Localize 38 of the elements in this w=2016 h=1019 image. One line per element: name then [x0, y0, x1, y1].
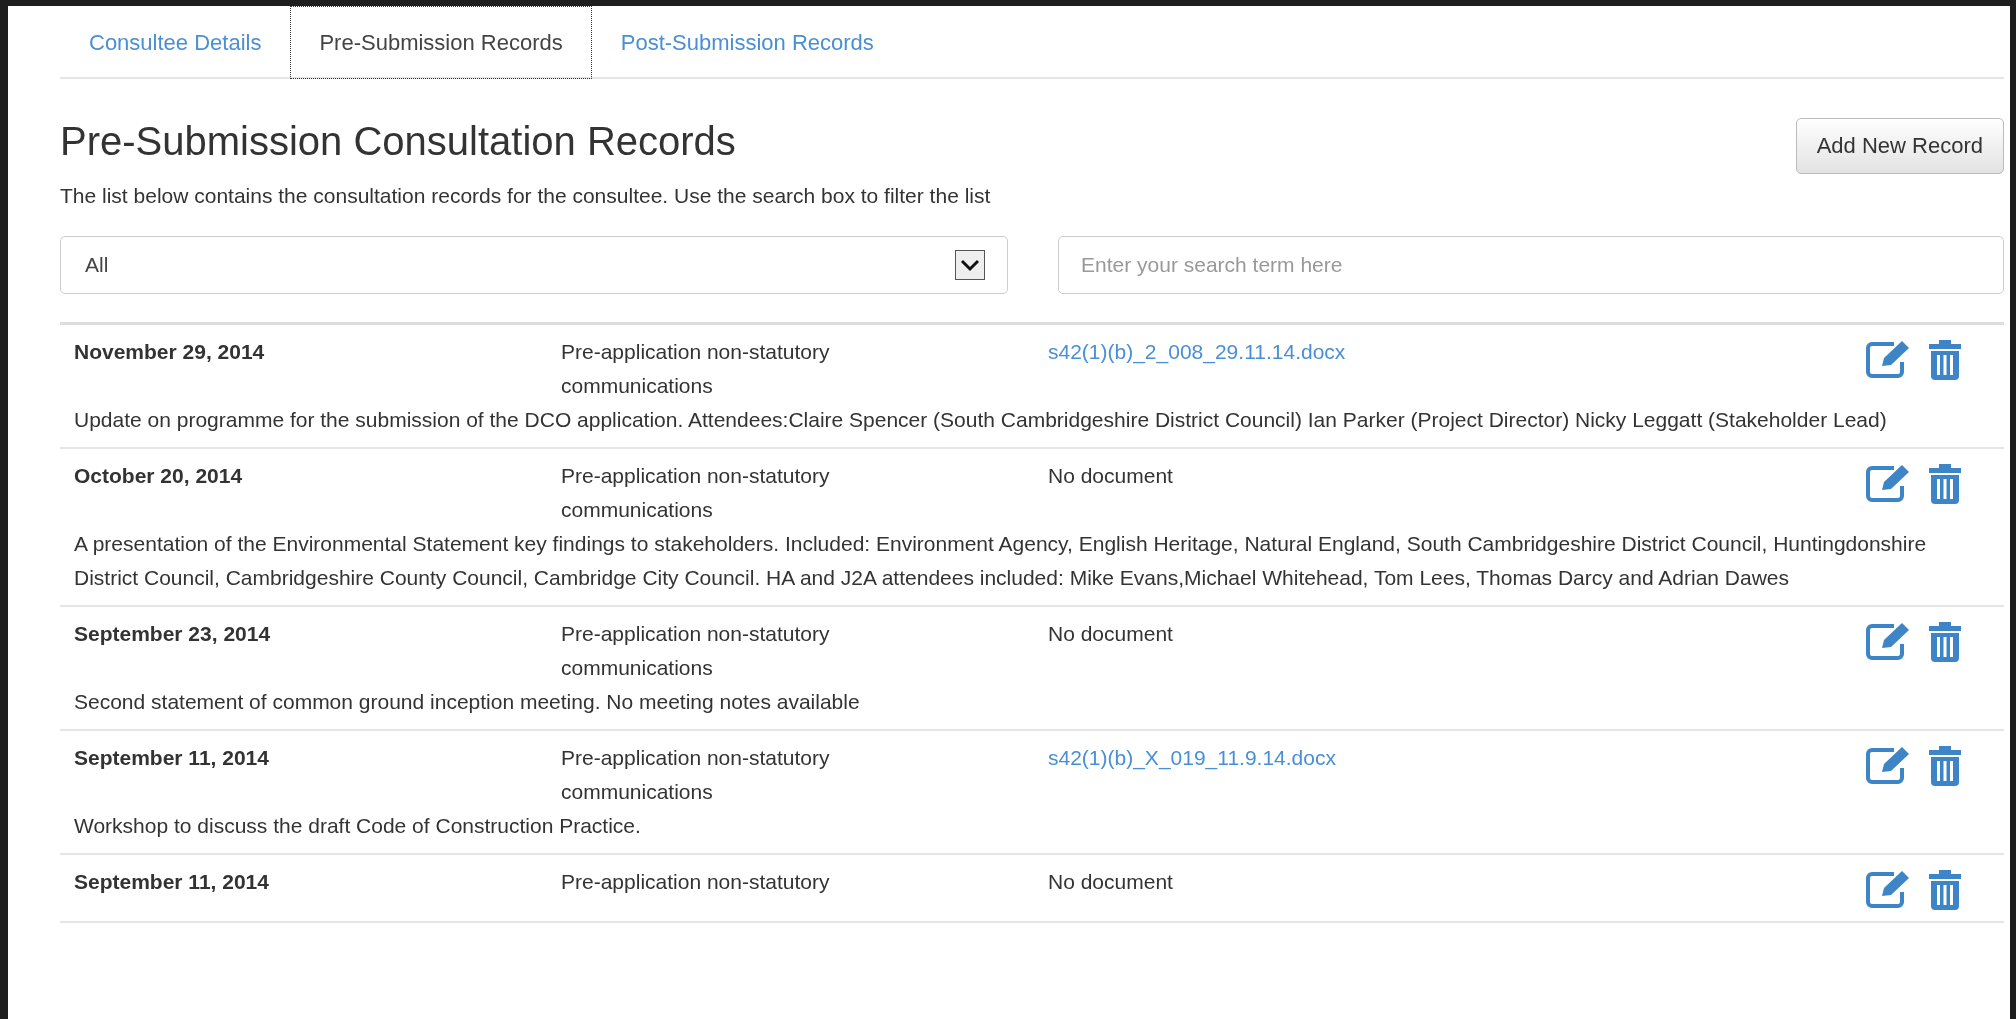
record-category: Pre-application non-statutory communications — [561, 621, 831, 681]
edit-icon[interactable] — [1864, 462, 1912, 504]
record-category: Pre-application non-statutory communications — [561, 745, 831, 805]
tab[interactable]: Post-Submission Records — [591, 6, 903, 79]
record-category: Pre-application non-statutory communications — [561, 463, 831, 523]
trash-icon[interactable] — [1928, 462, 1962, 504]
document-status: No document — [1048, 870, 1173, 893]
record-date: September 11, 2014 — [74, 869, 270, 895]
caret-icon — [955, 250, 985, 280]
add-record-button[interactable]: Add New Record — [1795, 118, 2004, 174]
record-notes: Update on programme for the submission of the DCO application. Attendees:Claire Spencer (South Cambridgeshire District Council) Ian Parker (Project Director) Nicky Leggatt (Stakeholder Lead) — [74, 407, 1888, 433]
edit-icon[interactable] — [1864, 338, 1912, 380]
edit-icon[interactable] — [1864, 620, 1912, 662]
filter-dropdown[interactable]: All — [60, 236, 1008, 294]
search-field[interactable]: Enter your search term here — [1058, 236, 2004, 294]
record-category: Pre-application non-statutory communications — [561, 339, 831, 399]
record-category: Pre-application non-statutory — [561, 869, 831, 895]
page-heading: Pre-Submission Consultation Records — [60, 118, 736, 165]
record-notes: A presentation of the Environmental Statement key findings to stakeholders. Included: Environment Agency, English Heritage, Natural England, South Cambridgeshire District Council, Huntingdonshire District Council, Cambridgeshire County Council, Cambridge City Council. HA and J2A attendees included: Mike Evans,Michael Whitehead, Tom Lees, Thomas Darcy and Adrian Dawes — [74, 531, 1928, 591]
record-date: November 29, 2014 — [74, 339, 266, 365]
edit-icon[interactable] — [1864, 744, 1912, 786]
record-date: October 20, 2014 — [74, 463, 244, 489]
record-date: September 23, 2014 — [74, 621, 272, 647]
trash-icon[interactable] — [1928, 744, 1962, 786]
record-date: September 11, 2014 — [74, 745, 270, 771]
document-status: No document — [1048, 464, 1173, 487]
document-link[interactable]: s42(1)(b)_X_019_11.9.14.docx — [1048, 746, 1336, 769]
record-notes: Second statement of common ground inception meeting. No meeting notes available — [74, 689, 861, 715]
document-status: No document — [1048, 622, 1173, 645]
trash-icon[interactable] — [1928, 338, 1962, 380]
record-notes: Workshop to discuss the draft Code of Construction Practice. — [74, 813, 642, 839]
edit-icon[interactable] — [1864, 868, 1912, 910]
description-text: The list below contains the consultation records for the consultee. Use the search box to filter the list — [60, 184, 992, 208]
tab[interactable]: Pre-Submission Records — [290, 6, 592, 79]
tab[interactable]: Consultee Details — [60, 6, 291, 79]
trash-icon[interactable] — [1928, 868, 1962, 910]
trash-icon[interactable] — [1928, 620, 1962, 662]
document-link[interactable]: s42(1)(b)_2_008_29.11.14.docx — [1048, 340, 1346, 363]
